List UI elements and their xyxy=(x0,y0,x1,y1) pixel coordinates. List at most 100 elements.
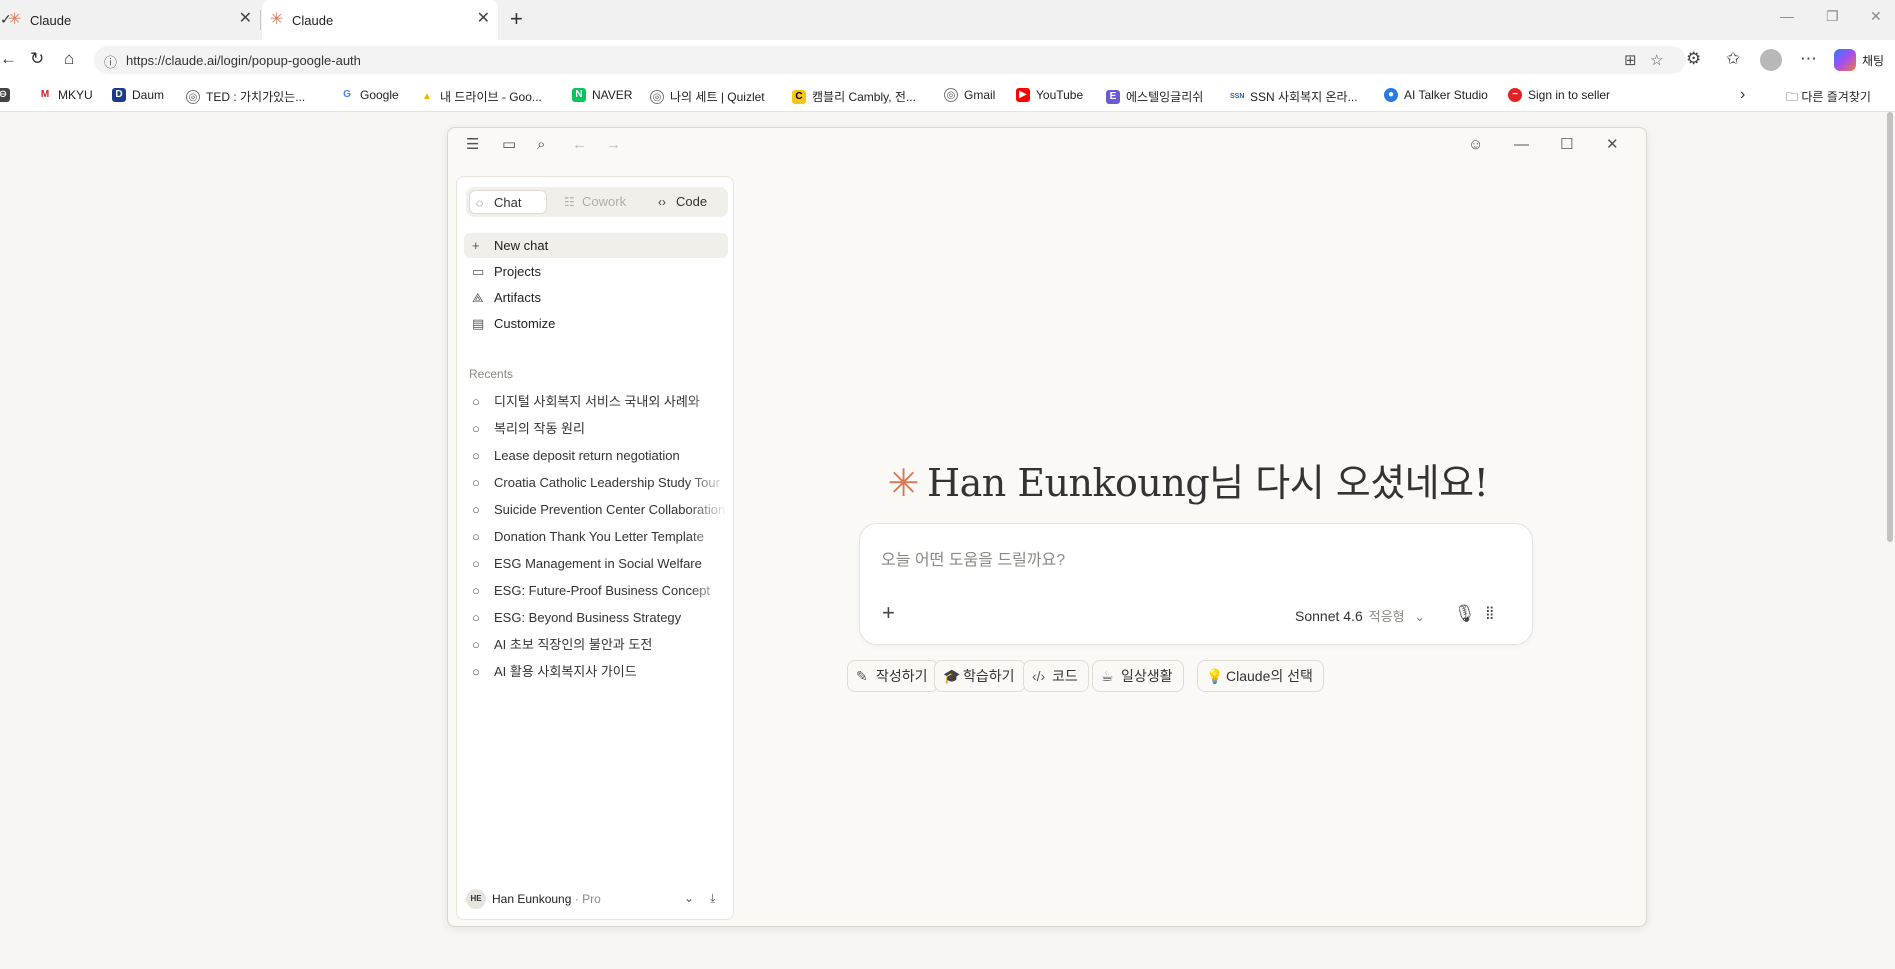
minimize-icon[interactable]: — xyxy=(1514,137,1529,153)
tab-code[interactable]: ‹› Code xyxy=(652,190,707,214)
recent-chat-item[interactable]: ○ Croatia Catholic Leadership Study Tour xyxy=(464,472,728,494)
ssn-icon: SSN xyxy=(1230,89,1244,104)
message-input[interactable]: 오늘 어떤 도움을 드릴까요? xyxy=(881,546,1065,570)
chevron-down-icon[interactable]: ⌄ xyxy=(684,891,694,905)
thinking-mode: 적응형 xyxy=(1368,609,1405,624)
recent-chat-item[interactable]: ○ ESG: Beyond Business Strategy xyxy=(464,607,728,629)
user-plan: · Pro xyxy=(571,892,601,906)
bookmark-icon-only[interactable]: ⊖ xyxy=(0,88,16,102)
browser-tab-1[interactable]: ✳ Claude ✕ xyxy=(0,0,260,40)
globe-icon: ◎ xyxy=(186,89,200,104)
bookmark-aitalker[interactable]: ● AI Talker Studio xyxy=(1384,88,1488,102)
favorites-icon[interactable]: ✩ xyxy=(1726,49,1740,69)
bookmark-drive[interactable]: ▲ 내 드라이브 - Goo... xyxy=(420,88,542,105)
maximize-icon[interactable]: ☐ xyxy=(1560,137,1573,153)
chevron-right-icon[interactable]: › xyxy=(1740,86,1745,104)
message-composer[interactable]: 오늘 어떤 도움을 드릴까요? + Sonnet 4.6 적응형 ⌄ 🎙 ⦙⦙ xyxy=(859,523,1533,645)
sidebar-item-projects[interactable]: ▭ Projects xyxy=(464,259,728,284)
drive-icon: ▲ xyxy=(420,89,434,104)
page-scrollbar[interactable] xyxy=(1887,112,1893,542)
bookmark-estel[interactable]: E 에스텔잉글리쉬 xyxy=(1106,88,1203,105)
url-text[interactable]: https://claude.ai/login/popup-google-aut… xyxy=(126,53,361,68)
reload-icon[interactable]: ↻ xyxy=(30,49,44,69)
microphone-icon[interactable]: 🎙 xyxy=(1454,604,1476,624)
account-menu[interactable]: HE Han Eunkoung · Pro ⌄ ⤓ xyxy=(466,887,728,911)
bookmark-gmail[interactable]: ◎ Gmail xyxy=(944,88,995,102)
plus-icon: + xyxy=(472,238,480,253)
chip-write[interactable]: ✎ 작성하기 xyxy=(847,660,939,692)
chip-claude-choice[interactable]: 💡 Claude의 선택 xyxy=(1197,660,1324,692)
search-icon[interactable]: ⌕ xyxy=(537,137,545,153)
new-chat-button[interactable]: + New chat xyxy=(464,233,728,258)
recent-chat-item[interactable]: ○ ESG Management in Social Welfare xyxy=(464,553,728,575)
model-selector[interactable]: Sonnet 4.6 적응형 ⌄ xyxy=(1295,606,1425,625)
seller-icon: − xyxy=(1508,88,1522,102)
new-tab-button[interactable]: + xyxy=(510,8,523,30)
estel-icon: E xyxy=(1106,89,1120,104)
chat-bubble-icon: ○ xyxy=(472,637,480,652)
recent-chat-item[interactable]: ○ Donation Thank You Letter Template xyxy=(464,526,728,548)
bookmark-quizlet[interactable]: ◎ 나의 세트 | Quizlet xyxy=(650,88,765,105)
bookmark-naver[interactable]: N NAVER xyxy=(572,88,632,102)
chip-life[interactable]: ☕ 일상생활 xyxy=(1092,660,1184,692)
back-arrow-icon[interactable]: ← xyxy=(0,49,17,69)
download-icon[interactable]: ⤓ xyxy=(710,891,715,906)
recent-chat-item[interactable]: ○ Suicide Prevention Center Collaboration xyxy=(464,499,728,521)
add-attachment-button[interactable]: + xyxy=(882,602,895,624)
bookmark-cambly[interactable]: C 캠블리 Cambly, 전... xyxy=(792,88,916,105)
close-tab-icon[interactable]: ✕ xyxy=(477,11,490,27)
back-arrow-icon[interactable]: ← xyxy=(572,137,587,153)
profile-avatar[interactable] xyxy=(1760,49,1782,71)
chat-bubble-icon: ○ xyxy=(472,475,480,490)
menu-icon[interactable]: ☰ xyxy=(466,137,479,153)
bookmark-youtube[interactable]: ▶ YouTube xyxy=(1016,88,1083,102)
chat-bubble-icon: ○ xyxy=(472,610,480,625)
tab-cowork[interactable]: ☷ Cowork xyxy=(558,190,626,214)
close-window-icon[interactable]: ✕ xyxy=(1870,8,1882,25)
recents-heading: Recents xyxy=(469,367,514,381)
address-bar[interactable]: ⓘ https://claude.ai/login/popup-google-a… xyxy=(94,46,1686,74)
bookmark-seller[interactable]: − Sign in to seller xyxy=(1508,88,1610,102)
favorite-star-icon[interactable]: ☆ xyxy=(1650,51,1663,69)
recent-chat-item[interactable]: ○ AI 초보 직장인의 불안과 도전 xyxy=(464,634,728,656)
coffee-cup-icon: ☕ xyxy=(1101,668,1114,684)
bookmark-ssn[interactable]: SSN SSN 사회복지 온라... xyxy=(1230,88,1358,105)
code-icon: ‹› xyxy=(658,195,666,209)
tab-chat[interactable]: ◌ Chat xyxy=(469,190,547,214)
restore-window-icon[interactable]: ❐ xyxy=(1826,8,1839,25)
recent-chat-item[interactable]: ○ Lease deposit return negotiation xyxy=(464,445,728,467)
bookmark-ted[interactable]: ◎ TED : 가치가있는... xyxy=(186,88,305,105)
google-icon: G xyxy=(340,88,354,102)
recent-chat-item[interactable]: ○ 디지털 사회복지 서비스 국내외 사례와 xyxy=(464,391,728,413)
copilot-label[interactable]: 채팅 xyxy=(1862,52,1884,69)
tab-title: Claude xyxy=(30,12,72,28)
recent-chat-item[interactable]: ○ ESG: Future-Proof Business Concept xyxy=(464,580,728,602)
sidebar-item-artifacts[interactable]: ⟁ Artifacts xyxy=(464,285,728,310)
forward-arrow-icon[interactable]: → xyxy=(606,137,621,153)
home-icon[interactable]: ⌂ xyxy=(64,49,74,69)
sidebar: ◌ Chat ☷ Cowork ‹› Code + New chat ▭ Pro… xyxy=(456,176,734,920)
more-menu-icon[interactable]: ⋯ xyxy=(1800,49,1817,69)
chip-learn[interactable]: 🎓 학습하기 xyxy=(934,660,1026,692)
site-info-icon[interactable]: ⓘ xyxy=(104,52,117,71)
browser-tab-bar: ✓ ✳ Claude ✕ ✳ Claude ✕ + — ❐ ✕ xyxy=(0,0,1895,40)
minimize-window-icon[interactable]: — xyxy=(1780,8,1794,24)
sidebar-toggle-icon[interactable]: ▭ xyxy=(502,137,516,153)
other-bookmarks-folder[interactable]: 🗀 다른 즐겨찾기 xyxy=(1786,88,1871,109)
app-available-icon[interactable]: ⊞ xyxy=(1624,51,1637,69)
sidebar-item-customize[interactable]: ▤ Customize xyxy=(464,311,728,336)
bookmark-daum[interactable]: D Daum xyxy=(112,88,164,102)
page-title: ✳ Han Eunkoung님 다시 오셨네요! xyxy=(748,452,1628,507)
browser-tab-2-active[interactable]: ✳ Claude ✕ xyxy=(262,0,498,40)
chat-bubble-icon: ○ xyxy=(472,502,480,517)
chip-code[interactable]: ‹/› 코드 xyxy=(1023,660,1089,692)
close-icon[interactable]: ✕ xyxy=(1606,137,1619,153)
recent-chat-item[interactable]: ○ 복리의 작동 원리 xyxy=(464,418,728,440)
bookmark-mkyu[interactable]: M MKYU xyxy=(38,88,93,102)
close-tab-icon[interactable]: ✕ xyxy=(239,11,252,27)
extensions-icon[interactable]: ⚙ xyxy=(1686,49,1701,69)
ghost-mode-icon[interactable]: ☺ xyxy=(1468,137,1483,153)
copilot-icon[interactable] xyxy=(1834,49,1856,71)
bookmark-google[interactable]: G Google xyxy=(340,88,399,102)
voice-mode-icon[interactable]: ⦙⦙ xyxy=(1486,604,1494,624)
